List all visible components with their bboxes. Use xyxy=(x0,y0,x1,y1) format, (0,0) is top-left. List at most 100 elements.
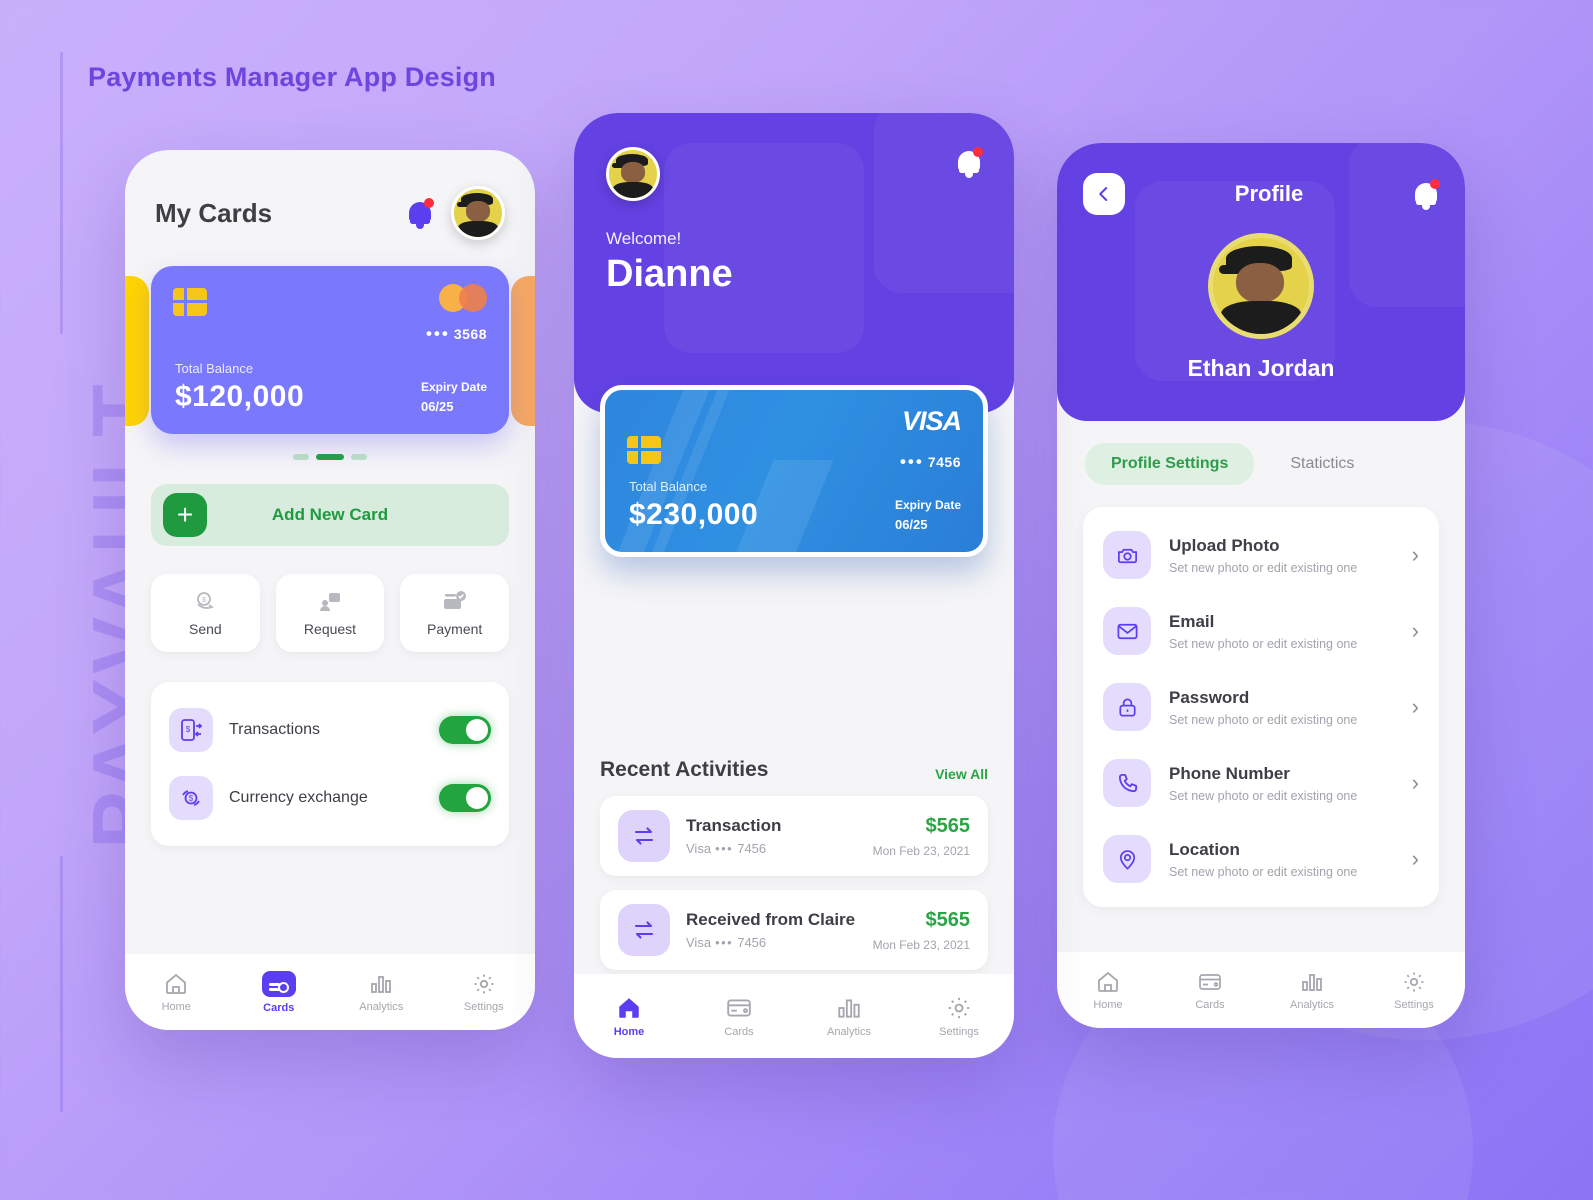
section-title: Recent Activities xyxy=(600,758,769,781)
nav-label: Settings xyxy=(1394,998,1434,1011)
nav-item-analytics[interactable]: Analytics xyxy=(330,972,433,1013)
card-expiry: Expiry Date 06/25 xyxy=(895,498,961,532)
toggle-label: Currency exchange xyxy=(229,789,368,806)
activity-row[interactable]: Received from Claire Visa ••• 7456 $565 Mo… xyxy=(600,890,988,970)
nav-item-settings[interactable]: Settings xyxy=(904,995,1014,1038)
nav-item-settings[interactable]: Settings xyxy=(1363,970,1465,1011)
carousel-pagination[interactable] xyxy=(125,454,535,460)
phone3-header: Profile Ethan Jordan xyxy=(1057,143,1465,421)
nav-item-home[interactable]: Home xyxy=(574,995,684,1038)
settings-title: Email xyxy=(1169,611,1215,631)
feature-toggles-card: $ Transactions $ Currency exchange xyxy=(151,682,509,846)
phone-screen-profile: Profile Ethan Jordan Profile Settings St… xyxy=(1057,143,1465,1028)
home-icon xyxy=(1096,970,1120,994)
balance-amount: $120,000 xyxy=(175,380,305,413)
credit-card-active[interactable]: ••• 3568 Total Balance $120,000 Expiry Da… xyxy=(151,266,509,434)
expiry-label: Expiry Date xyxy=(894,498,961,512)
view-all-link-recent[interactable]: View All xyxy=(935,766,988,782)
card-masked-dots: ••• xyxy=(425,324,450,343)
carousel-card-previous[interactable] xyxy=(125,276,149,426)
transfer-icon xyxy=(618,810,670,862)
expiry-value: 06/25 xyxy=(894,517,928,532)
nav-item-settings[interactable]: Settings xyxy=(433,972,536,1013)
nav-item-home[interactable]: Home xyxy=(1057,970,1159,1011)
request-money-icon xyxy=(317,590,343,614)
nav-item-cards[interactable]: Cards xyxy=(228,970,331,1014)
phone-screen-home: Welcome! Dianne VISA ••• 7456 Total Balan… xyxy=(574,113,1014,1058)
nav-item-cards[interactable]: Cards xyxy=(684,995,794,1038)
nav-label: Home xyxy=(1093,998,1123,1011)
nav-label: Analytics xyxy=(359,1000,404,1013)
nav-item-analytics[interactable]: Analytics xyxy=(794,995,904,1038)
toggle-row-transactions[interactable]: $ Transactions xyxy=(169,696,491,764)
gear-icon xyxy=(1402,970,1426,994)
cards-icon xyxy=(1198,970,1222,994)
activity-amount: $565 xyxy=(925,908,971,931)
pagination-dot[interactable] xyxy=(293,454,309,460)
phone3-bottom-nav: Home Cards Analytics Settings xyxy=(1057,952,1465,1028)
settings-subtitle: Set new photo or edit existing one xyxy=(1169,864,1358,879)
phone1-topbar-actions xyxy=(407,186,505,240)
nav-label: Settings xyxy=(939,1025,979,1038)
pagination-dot-active[interactable] xyxy=(316,454,344,460)
settings-row-location[interactable]: Location Set new photo or edit existing … xyxy=(1103,821,1419,897)
notification-bell-icon[interactable] xyxy=(407,198,434,229)
toggle-switch-currency-exchange[interactable] xyxy=(439,784,491,812)
add-new-card-button[interactable]: + Add New Card xyxy=(151,484,509,546)
profile-avatar[interactable] xyxy=(1208,233,1314,339)
mastercard-logo-icon xyxy=(439,284,487,312)
home-icon xyxy=(616,995,642,1021)
settings-title: Location xyxy=(1169,839,1240,859)
left-rail-divider xyxy=(60,52,63,334)
location-pin-icon xyxy=(1103,835,1151,883)
settings-row-password[interactable]: Password Set new photo or edit existing … xyxy=(1103,669,1419,745)
nav-item-home[interactable]: Home xyxy=(125,972,228,1013)
phone2-bottom-nav: Home Cards Analytics Settings xyxy=(574,974,1014,1058)
chevron-right-icon: › xyxy=(1411,618,1419,643)
page-title: Payments Manager App Design xyxy=(88,62,497,92)
phone3-topbar: Profile xyxy=(1083,173,1440,215)
tab-profile-settings[interactable]: Profile Settings xyxy=(1085,443,1255,485)
avatar[interactable] xyxy=(606,147,660,201)
toggle-switch-transactions[interactable] xyxy=(439,716,491,744)
card-carousel[interactable]: ••• 3568 Total Balance $120,000 Expiry Da… xyxy=(125,266,535,436)
recent-activities-list: Transaction Visa ••• 7456 $565 Mon Feb 23,… xyxy=(574,796,1014,970)
quick-actions-row: $ Send Request Payment xyxy=(151,574,510,652)
card-last4: 3568 xyxy=(453,326,487,342)
nav-item-cards[interactable]: Cards xyxy=(1159,970,1261,1011)
send-money-icon: $ xyxy=(192,590,218,614)
settings-row-email[interactable]: Email Set new photo or edit existing one… xyxy=(1103,593,1419,669)
nav-label: Settings xyxy=(463,1000,504,1013)
card-masked-dots: ••• xyxy=(899,452,924,471)
quick-action-request[interactable]: Request xyxy=(275,574,385,652)
pagination-dot[interactable] xyxy=(351,454,367,460)
quick-action-send[interactable]: $ Send xyxy=(151,574,260,652)
phone3-title: Profile xyxy=(1234,181,1304,206)
settings-row-upload-photo[interactable]: Upload Photo Set new photo or edit exist… xyxy=(1103,517,1419,593)
activity-row[interactable]: Transaction Visa ••• 7456 $565 Mon Feb 23,… xyxy=(600,796,988,876)
chevron-right-icon: › xyxy=(1411,846,1419,871)
svg-text:$: $ xyxy=(202,597,206,604)
avatar[interactable] xyxy=(451,186,505,240)
nav-item-analytics[interactable]: Analytics xyxy=(1261,970,1363,1011)
nav-label: Cards xyxy=(1195,998,1225,1011)
quick-action-payment[interactable]: Payment xyxy=(400,574,510,652)
visa-credit-card[interactable]: VISA ••• 7456 Total Balance $230,000 Expi… xyxy=(600,385,988,557)
back-button[interactable] xyxy=(1083,173,1125,215)
toggle-row-currency-exchange[interactable]: $ Currency exchange xyxy=(169,764,491,832)
cards-icon xyxy=(726,995,752,1021)
activity-name: Received from Claire xyxy=(686,910,856,929)
activity-card-info: Visa ••• 7456 xyxy=(686,841,767,856)
add-new-card-label: Add New Card xyxy=(271,505,389,524)
chevron-right-icon: › xyxy=(1411,542,1419,567)
gear-icon xyxy=(946,995,972,1021)
notification-bell-icon[interactable] xyxy=(956,147,983,178)
gear-icon xyxy=(472,972,496,996)
tab-statistics[interactable]: Statictics xyxy=(1264,443,1380,485)
settings-row-phone-number[interactable]: Phone Number Set new photo or edit exist… xyxy=(1103,745,1419,821)
carousel-card-next[interactable] xyxy=(511,276,535,426)
nav-label: Analytics xyxy=(1289,998,1335,1011)
activity-card-info: Visa ••• 7456 xyxy=(686,935,767,950)
settings-title: Upload Photo xyxy=(1169,535,1280,555)
notification-bell-icon[interactable] xyxy=(1413,179,1440,210)
